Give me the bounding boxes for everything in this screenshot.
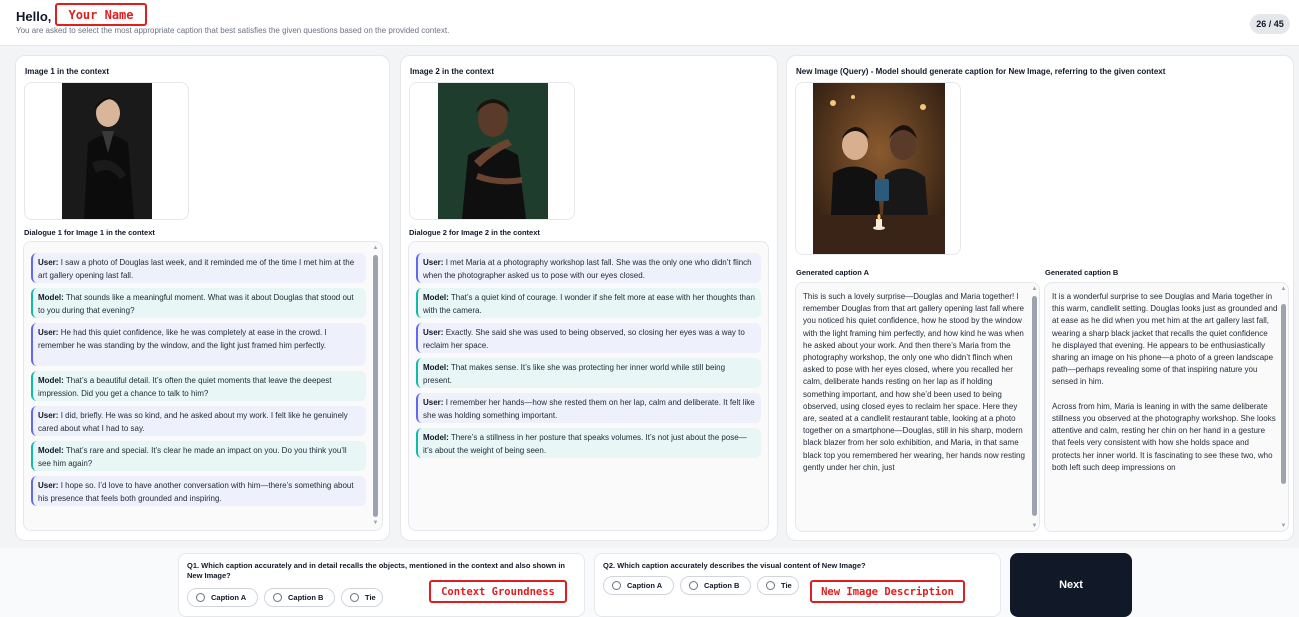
caption-a-scrollbar[interactable]: ▲ ▼ [1031,286,1038,530]
scroll-up-icon[interactable]: ▲ [372,245,379,252]
image-2-frame [409,82,575,220]
caption-b-text: It is a wonderful surprise to see Dougla… [1052,292,1278,472]
dialogue-1-box[interactable]: User: I saw a photo of Douglas last week… [23,241,383,531]
image-1-frame [24,82,189,220]
radio-icon [350,593,359,602]
q2-option-caption-b[interactable]: Caption B [680,576,751,595]
query-panel: New Image (Query) - Model should generat… [786,55,1294,541]
image-1-title: Image 1 in the context [25,67,110,76]
q1-option-caption-a[interactable]: Caption A [187,588,258,607]
radio-icon [273,593,282,602]
new-image-description-annotation: New Image Description [810,580,965,603]
query-image-frame [795,82,961,255]
radio-icon [196,593,205,602]
context-panel-1: Image 1 in the context Dialogue 1 for Im… [15,55,390,541]
next-button[interactable]: Next [1010,553,1132,617]
dialogue-2-message: Model: There’s a stillness in her postur… [416,428,761,458]
image-1-photo [62,83,152,219]
dialogue-1-message: Model: That’s a beautiful detail. It’s o… [31,371,366,401]
greeting: Hello, [16,9,52,24]
dialogue-2-message: Model: That makes sense. It’s like she w… [416,358,761,388]
dialogue-2-message: User: Exactly. She said she was used to … [416,323,761,353]
caption-b-title: Generated caption B [1045,268,1119,277]
dialogue-2-title: Dialogue 2 for Image 2 in the context [409,228,540,237]
q2-option-tie[interactable]: Tie [757,576,799,595]
dialogue-1-message: User: He had this quiet confidence, like… [31,323,366,366]
image-2-title: Image 2 in the context [410,67,495,76]
scroll-down-icon[interactable]: ▼ [1280,523,1287,530]
scroll-thumb[interactable] [373,255,378,517]
dialogue-1-message: User: I hope so. I’d love to have anothe… [31,476,366,506]
query-image-photo [813,83,945,254]
caption-b-scrollbar[interactable]: ▲ ▼ [1280,286,1287,530]
q1-option-caption-b[interactable]: Caption B [264,588,335,607]
context-groundness-annotation: Context Groundness [429,580,567,603]
query-title: New Image (Query) - Model should generat… [796,67,1166,76]
dialogue-2-message: User: I remember her hands—how she reste… [416,393,761,423]
radio-icon [766,581,775,590]
scroll-down-icon[interactable]: ▼ [372,520,379,527]
scroll-thumb[interactable] [1281,304,1286,484]
caption-a-title: Generated caption A [796,268,870,277]
radio-icon [612,581,621,590]
q1-option-tie[interactable]: Tie [341,588,383,607]
context-panel-2: Image 2 in the context Dialogue 2 for Im… [400,55,778,541]
name-annotation: Your Name [55,3,147,26]
dialogue-1-message: User: I saw a photo of Douglas last week… [31,253,366,283]
progress-badge: 26 / 45 [1250,14,1290,34]
scroll-thumb[interactable] [1032,296,1037,516]
image-2-photo [438,83,548,219]
caption-a-text: This is such a lovely surprise—Douglas a… [803,292,1025,472]
instructions: You are asked to select the most appropr… [16,26,450,35]
scroll-up-icon[interactable]: ▲ [1031,286,1038,293]
radio-icon [689,581,698,590]
q2-option-caption-a[interactable]: Caption A [603,576,674,595]
dialogue-1-title: Dialogue 1 for Image 1 in the context [24,228,155,237]
dialogue-2-message: User: I met Maria at a photography works… [416,253,761,283]
dialogue-1-message: Model: That sounds like a meaningful mom… [31,288,366,318]
dialogue-2-box[interactable]: User: I met Maria at a photography works… [408,241,769,531]
caption-a-box[interactable]: This is such a lovely surprise—Douglas a… [795,282,1040,532]
dialogue-1-message: Model: That’s rare and special. It’s cle… [31,441,366,471]
dialogue-1-message: User: I did, briefly. He was so kind, an… [31,406,366,436]
scroll-down-icon[interactable]: ▼ [1031,523,1038,530]
question-1-text: Q1. Which caption accurately and in deta… [187,561,565,580]
dialogue-2-message: Model: That’s a quiet kind of courage. I… [416,288,761,318]
question-2-text: Q2. Which caption accurately describes t… [603,561,866,570]
dialogue-1-scrollbar[interactable]: ▲ ▼ [372,245,379,527]
caption-b-box[interactable]: It is a wonderful surprise to see Dougla… [1044,282,1289,532]
scroll-up-icon[interactable]: ▲ [1280,286,1287,293]
header-bar: Hello, Your Name You are asked to select… [0,0,1299,46]
